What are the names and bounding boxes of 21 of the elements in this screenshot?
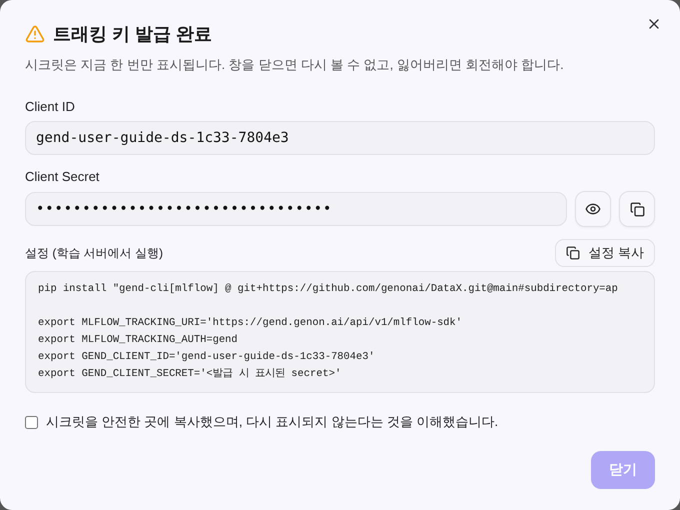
confirm-checkbox[interactable] xyxy=(25,416,38,428)
eye-icon xyxy=(585,201,601,217)
dialog-title: 트래킹 키 발급 완료 xyxy=(53,23,212,46)
code-line: export GEND_CLIENT_SECRET='<발급 시 표시된 secret>' xyxy=(38,367,342,382)
warning-icon xyxy=(25,24,45,44)
copy-icon xyxy=(566,246,580,260)
code-line: pip install "gend-cli[mlflow] @ git+https://github.com/genonai/DataX.git@main#subdirectory=ap xyxy=(38,282,619,297)
code-line: export MLFLOW_TRACKING_AUTH=gend xyxy=(38,333,239,348)
field-label: Client ID xyxy=(25,99,76,114)
copy-setup-button[interactable]: 설정 복사 xyxy=(555,239,655,267)
field-label: Client Secret xyxy=(25,169,100,184)
client-secret-field[interactable]: •••••••••••••••••••••••••••••••• xyxy=(25,192,567,226)
code-line: export MLFLOW_TRACKING_URI='https://gend.genon.ai/api/v1/mlflow-sdk' xyxy=(38,316,464,331)
client-id-field[interactable]: gend-user-guide-ds-1c33-7804e3 xyxy=(25,121,655,155)
checkbox-label: 시크릿을 안전한 곳에 복사했으며, 다시 표시되지 않는다는 것을 이해했습니다. xyxy=(46,413,498,431)
setup-label: 설정 (학습 서버에서 실행) xyxy=(25,244,163,262)
eye-button[interactable] xyxy=(575,191,611,227)
dialog-description: 시크릿은 지금 한 번만 표시됩니다. 창을 닫으면 다시 볼 수 없고, 잃어버리면 회전해야 합니다. xyxy=(25,56,565,74)
copy-icon xyxy=(630,202,644,216)
code-line: export GEND_CLIENT_ID='gend-user-guide-ds-1c33-7804e3' xyxy=(38,350,376,365)
copy-button[interactable] xyxy=(619,191,655,227)
